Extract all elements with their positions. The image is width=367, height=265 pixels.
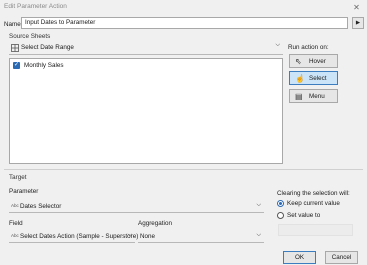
sheet-label: Monthly Sales	[24, 62, 64, 69]
checkbox-checked-icon[interactable]: ✓	[13, 62, 20, 69]
insert-field-arrow-icon[interactable]: ▶	[352, 17, 364, 29]
chevron-down-icon: ⌵	[275, 42, 280, 48]
parameter-dropdown-value: Dates Selector	[20, 203, 62, 210]
radio-selected-icon[interactable]	[277, 200, 284, 207]
string-type-icon: Abc	[11, 203, 19, 208]
field-dropdown-value: Select Dates Action (Sample - Superstore…	[20, 233, 139, 240]
chevron-down-icon: ⌵	[127, 232, 132, 238]
target-heading: Target	[9, 174, 27, 181]
click-hand-icon: ☝	[295, 74, 305, 83]
aggregation-dropdown-value: None	[140, 233, 156, 240]
menu-button[interactable]: ▤ Menu	[289, 89, 338, 103]
parameter-label: Parameter	[9, 188, 39, 195]
parameter-dropdown[interactable]: Abc Dates Selector ⌵	[9, 201, 264, 213]
radio-unselected-icon[interactable]	[277, 212, 284, 219]
set-value-input	[278, 224, 353, 236]
clearing-label: Clearing the selection will:	[277, 190, 350, 197]
chevron-down-icon: ⌵	[256, 232, 261, 238]
grid-icon	[11, 44, 19, 52]
name-label: Name:	[4, 21, 23, 28]
field-dropdown[interactable]: Abc Select Dates Action (Sample - Supers…	[9, 231, 139, 243]
section-divider	[4, 169, 363, 170]
chevron-down-icon: ⌵	[256, 202, 261, 208]
hover-button-label: Hover	[309, 58, 326, 65]
ok-button[interactable]: OK	[283, 251, 316, 264]
name-input[interactable]: Input Dates to Parameter	[21, 17, 348, 29]
aggregation-dropdown[interactable]: None ⌵	[138, 231, 264, 243]
sheets-list: ✓ Monthly Sales	[9, 58, 283, 164]
title-bar: Edit Parameter Action ✕	[0, 0, 367, 15]
source-sheet-dropdown-value: Select Date Range	[21, 44, 74, 51]
string-type-icon: Abc	[11, 233, 19, 238]
close-icon[interactable]: ✕	[349, 0, 364, 15]
pointer-icon: ⇖	[295, 57, 302, 66]
set-value-to-label: Set value to	[287, 212, 321, 219]
window-title: Edit Parameter Action	[4, 3, 67, 10]
keep-current-value-label: Keep current value	[287, 200, 340, 207]
hover-button[interactable]: ⇖ Hover	[289, 54, 338, 68]
source-sheets-heading: Source Sheets	[9, 33, 51, 40]
select-button[interactable]: ☝ Select	[289, 71, 338, 85]
run-action-label: Run action on:	[288, 44, 329, 51]
menu-icon: ▤	[295, 92, 303, 101]
menu-button-label: Menu	[309, 93, 325, 100]
aggregation-label: Aggregation	[138, 220, 172, 227]
source-sheet-dropdown[interactable]: Select Date Range ⌵	[9, 42, 283, 55]
cancel-button[interactable]: Cancel	[325, 251, 358, 264]
select-button-label: Select	[309, 75, 327, 82]
field-label: Field	[9, 220, 23, 227]
